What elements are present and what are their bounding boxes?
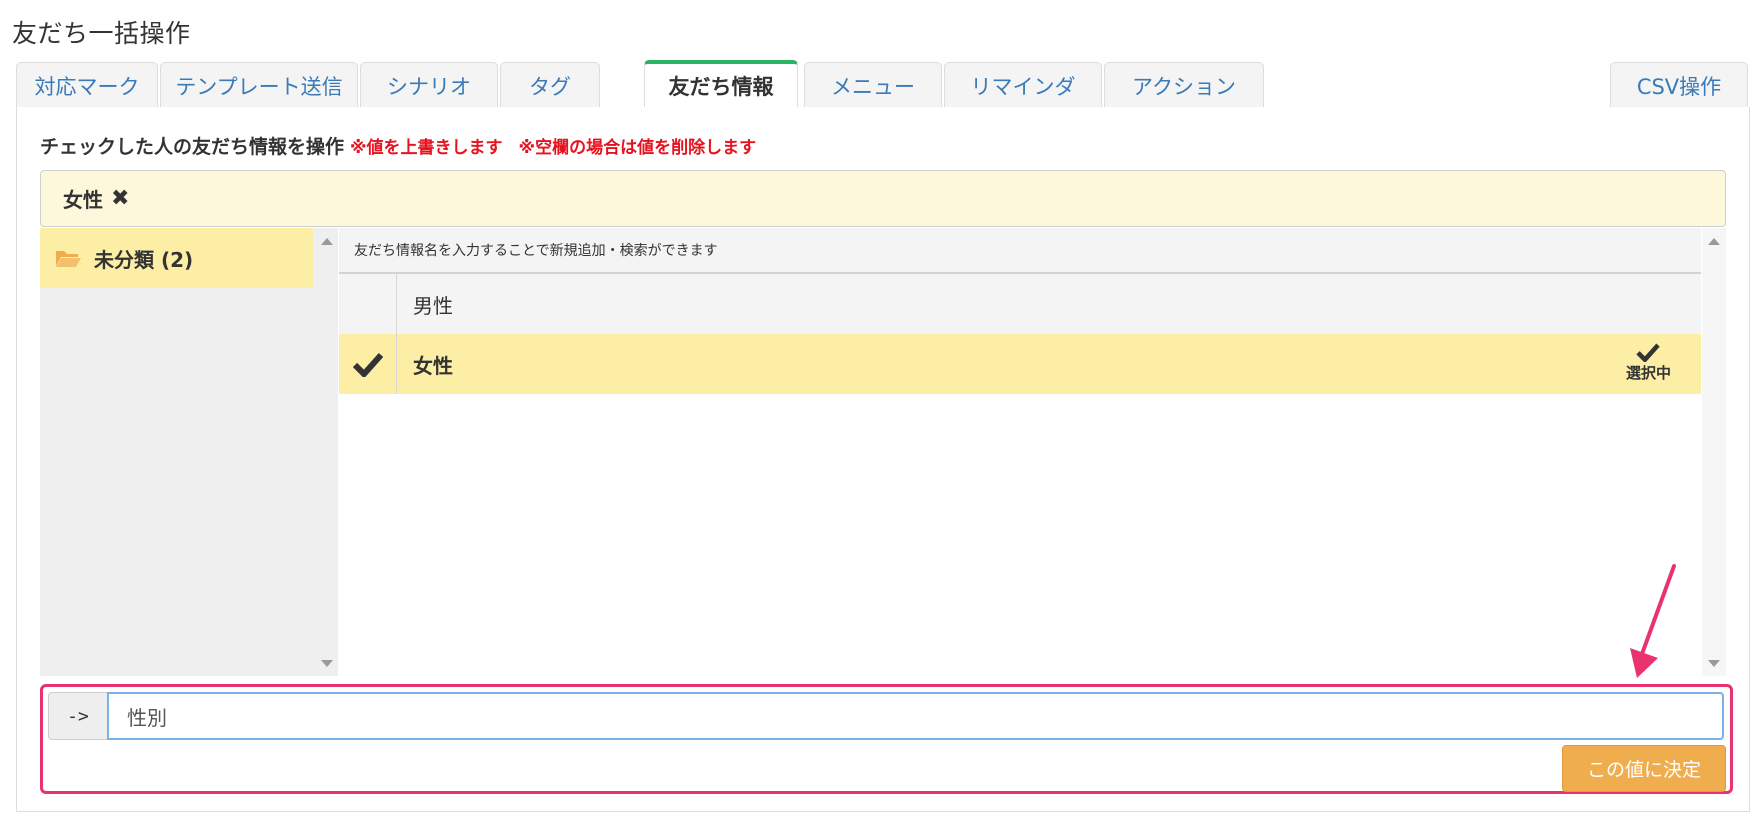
- tab-menu[interactable]: メニュー: [804, 62, 942, 108]
- selected-values-box: 女性 ✖: [40, 170, 1726, 227]
- value-input-area: -> この値に決定: [40, 684, 1733, 794]
- checkmark-icon: [1636, 343, 1661, 362]
- annotation-arrow-icon: [1630, 564, 1676, 678]
- folder-scroll-down-icon[interactable]: [321, 660, 333, 667]
- warning-blank: ※空欄の場合は値を削除します: [518, 138, 757, 158]
- folder-list: 未分類 (2): [40, 228, 338, 676]
- selected-chip: 女性 ✖: [63, 184, 129, 213]
- list-hint: 友だち情報名を入力することで新規追加・検索ができます: [339, 228, 1701, 274]
- list-item-label: 女性: [413, 353, 453, 378]
- friend-info-list: 友だち情報名を入力することで新規追加・検索ができます 男性 女性 選択中: [339, 228, 1701, 676]
- folder-label: 未分類 (2): [94, 247, 194, 272]
- friend-info-value-input[interactable]: [107, 692, 1724, 740]
- page-title: 友だち一括操作: [12, 19, 191, 48]
- decide-button[interactable]: この値に決定: [1562, 745, 1726, 792]
- tab-action[interactable]: アクション: [1104, 62, 1264, 108]
- list-scrollbar[interactable]: [1702, 228, 1726, 676]
- selected-chip-label: 女性: [63, 188, 103, 212]
- selected-status: 選択中: [1626, 342, 1671, 383]
- operation-heading: チェックした人の友だち情報を操作 ※値を上書きします ※空欄の場合は値を削除します: [40, 132, 756, 159]
- tab-template-send[interactable]: テンプレート送信: [160, 62, 358, 108]
- tab-bar: 対応マーク テンプレート送信 シナリオ タグ 友だち情報 メニュー リマインダ …: [16, 60, 1750, 108]
- warning-overwrite: ※値を上書きします: [350, 138, 503, 158]
- folder-item-uncategorized[interactable]: 未分類 (2): [40, 228, 313, 288]
- folder-open-icon: [56, 251, 81, 267]
- tab-reminder[interactable]: リマインダ: [944, 62, 1102, 108]
- check-cell: [339, 274, 397, 334]
- tab-tag[interactable]: タグ: [500, 62, 600, 108]
- tab-scenario[interactable]: シナリオ: [360, 62, 498, 108]
- operation-title: チェックした人の友だち情報を操作: [40, 136, 345, 158]
- list-scroll-up-icon[interactable]: [1708, 238, 1720, 245]
- tab-taiou-mark[interactable]: 対応マーク: [16, 62, 158, 108]
- folder-scroll-up-icon[interactable]: [321, 238, 333, 245]
- selected-status-label: 選択中: [1625, 364, 1671, 382]
- tab-csv[interactable]: CSV操作: [1610, 62, 1748, 108]
- checkmark-icon: [352, 352, 383, 377]
- check-cell: [339, 334, 397, 394]
- list-scroll-down-icon[interactable]: [1708, 660, 1720, 667]
- list-item-male[interactable]: 男性: [339, 274, 1701, 334]
- list-item-label: 男性: [413, 293, 453, 318]
- close-icon[interactable]: ✖: [111, 186, 129, 211]
- list-item-female[interactable]: 女性 選択中: [339, 334, 1701, 394]
- input-addon: ->: [48, 692, 108, 740]
- tab-friend-info[interactable]: 友だち情報: [644, 60, 798, 108]
